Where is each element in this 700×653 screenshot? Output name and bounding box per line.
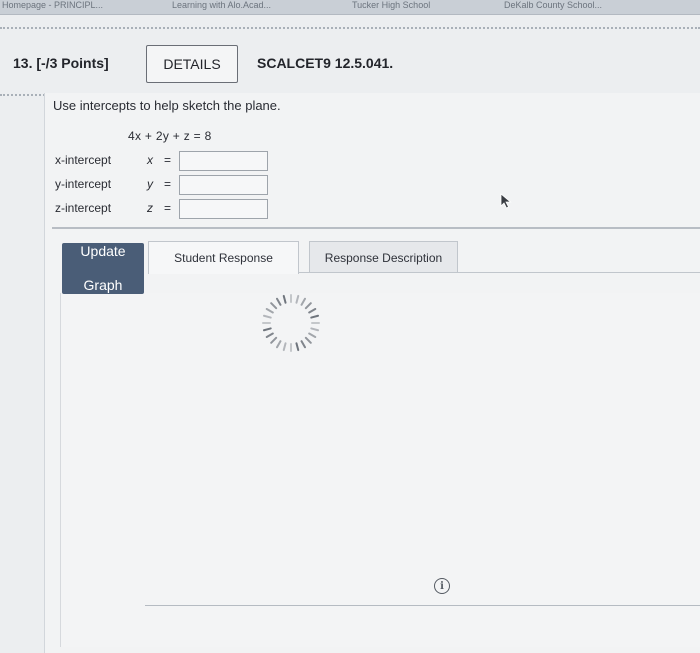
plane-equation: 4x + 2y + z = 8 bbox=[128, 129, 212, 143]
x-intercept-input[interactable] bbox=[179, 151, 268, 171]
graph-panel-border bbox=[52, 227, 700, 229]
tab-divider bbox=[299, 272, 700, 273]
bookmark-item[interactable]: Learning with Alo.Acad... bbox=[172, 0, 271, 10]
x-variable: x bbox=[147, 153, 153, 167]
graph-canvas[interactable] bbox=[60, 293, 700, 647]
question-header: 13. [-/3 Points] bbox=[13, 55, 109, 71]
y-intercept-input[interactable] bbox=[179, 175, 268, 195]
update-graph-button[interactable]: Update Graph bbox=[62, 243, 144, 294]
z-intercept-input[interactable] bbox=[179, 199, 268, 219]
bookmarks-bar: Homepage - PRINCIPL... Learning with Alo… bbox=[0, 0, 700, 15]
loading-spinner-icon bbox=[262, 294, 320, 352]
graph-bottom-line bbox=[145, 605, 700, 606]
z-variable: z bbox=[147, 201, 153, 215]
instruction-text: Use intercepts to help sketch the plane. bbox=[53, 98, 281, 113]
equals-sign: = bbox=[164, 153, 172, 167]
x-intercept-label: x-intercept bbox=[55, 153, 112, 167]
z-intercept-label: z-intercept bbox=[55, 201, 112, 215]
equals-sign: = bbox=[164, 177, 172, 191]
tab-student-response[interactable]: Student Response bbox=[148, 241, 299, 274]
info-icon[interactable]: i bbox=[434, 578, 450, 594]
equals-sign: = bbox=[164, 201, 172, 215]
details-button[interactable]: DETAILS bbox=[146, 45, 238, 83]
mouse-pointer-icon bbox=[500, 193, 512, 209]
question-points: [-/3 Points] bbox=[36, 55, 109, 71]
question-code: SCALCET9 12.5.041. bbox=[257, 55, 394, 71]
question-number: 13. bbox=[13, 55, 33, 71]
bookmark-item[interactable]: DeKalb County School... bbox=[504, 0, 602, 10]
y-variable: y bbox=[147, 177, 153, 191]
y-intercept-label: y-intercept bbox=[55, 177, 112, 191]
bookmark-item[interactable]: Homepage - PRINCIPL... bbox=[2, 0, 103, 10]
divider bbox=[0, 27, 700, 29]
bookmark-item[interactable]: Tucker High School bbox=[352, 0, 430, 10]
tab-response-description[interactable]: Response Description bbox=[309, 241, 458, 273]
